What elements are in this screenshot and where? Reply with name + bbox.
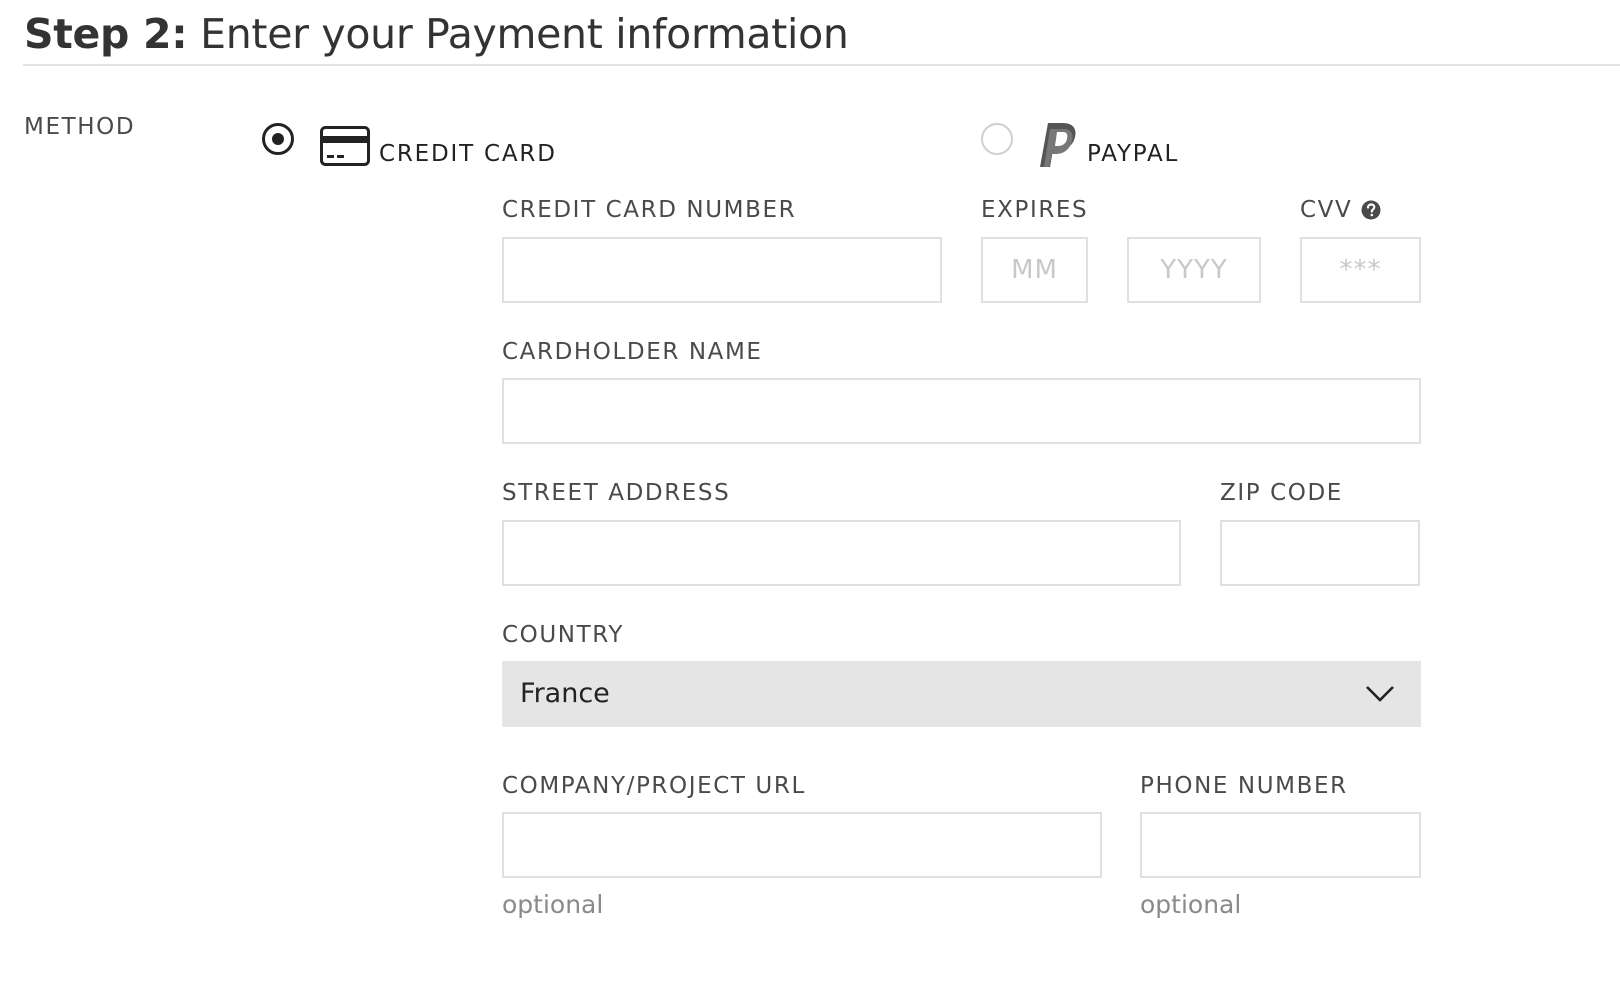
cardholder-name-label: CARDHOLDER NAME xyxy=(502,339,763,365)
phone-number-hint: optional xyxy=(1140,890,1242,919)
title-divider xyxy=(23,64,1620,66)
phone-number-label: PHONE NUMBER xyxy=(1140,773,1348,799)
expires-label: EXPIRES xyxy=(981,197,1089,223)
cardholder-name-input[interactable] xyxy=(502,378,1421,444)
zip-code-label: ZIP CODE xyxy=(1220,480,1343,506)
street-address-input[interactable] xyxy=(502,520,1181,586)
expires-month-input[interactable] xyxy=(981,237,1088,303)
paypal-option-label[interactable]: PAYPAL xyxy=(1087,140,1179,168)
question-circle-icon[interactable] xyxy=(1361,200,1381,220)
credit-card-radio[interactable] xyxy=(262,123,294,155)
company-url-label: COMPANY/PROJECT URL xyxy=(502,773,806,799)
cvv-label-text: CVV xyxy=(1300,197,1353,223)
card-number-input[interactable] xyxy=(502,237,942,303)
country-selected-value: France xyxy=(520,678,610,709)
page-title: Step 2: Enter your Payment information xyxy=(24,8,849,60)
credit-card-option-label[interactable]: CREDIT CARD xyxy=(379,140,557,168)
paypal-radio[interactable] xyxy=(981,123,1013,155)
street-address-label: STREET ADDRESS xyxy=(502,480,731,506)
cvv-input[interactable] xyxy=(1300,237,1421,303)
chevron-down-icon xyxy=(1365,683,1395,703)
card-number-label: CREDIT CARD NUMBER xyxy=(502,197,797,223)
country-label: COUNTRY xyxy=(502,622,625,648)
step-title: Enter your Payment information xyxy=(187,10,849,58)
country-select[interactable]: France xyxy=(502,661,1421,727)
company-url-input[interactable] xyxy=(502,812,1102,878)
company-url-hint: optional xyxy=(502,890,604,919)
method-label: METHOD xyxy=(24,114,136,140)
credit-card-icon xyxy=(320,126,370,166)
cvv-label: CVV xyxy=(1300,196,1352,224)
step-number: Step 2: xyxy=(24,10,188,58)
expires-year-input[interactable] xyxy=(1127,237,1261,303)
paypal-icon xyxy=(1037,121,1079,169)
phone-number-input[interactable] xyxy=(1140,812,1421,878)
zip-code-input[interactable] xyxy=(1220,520,1420,586)
